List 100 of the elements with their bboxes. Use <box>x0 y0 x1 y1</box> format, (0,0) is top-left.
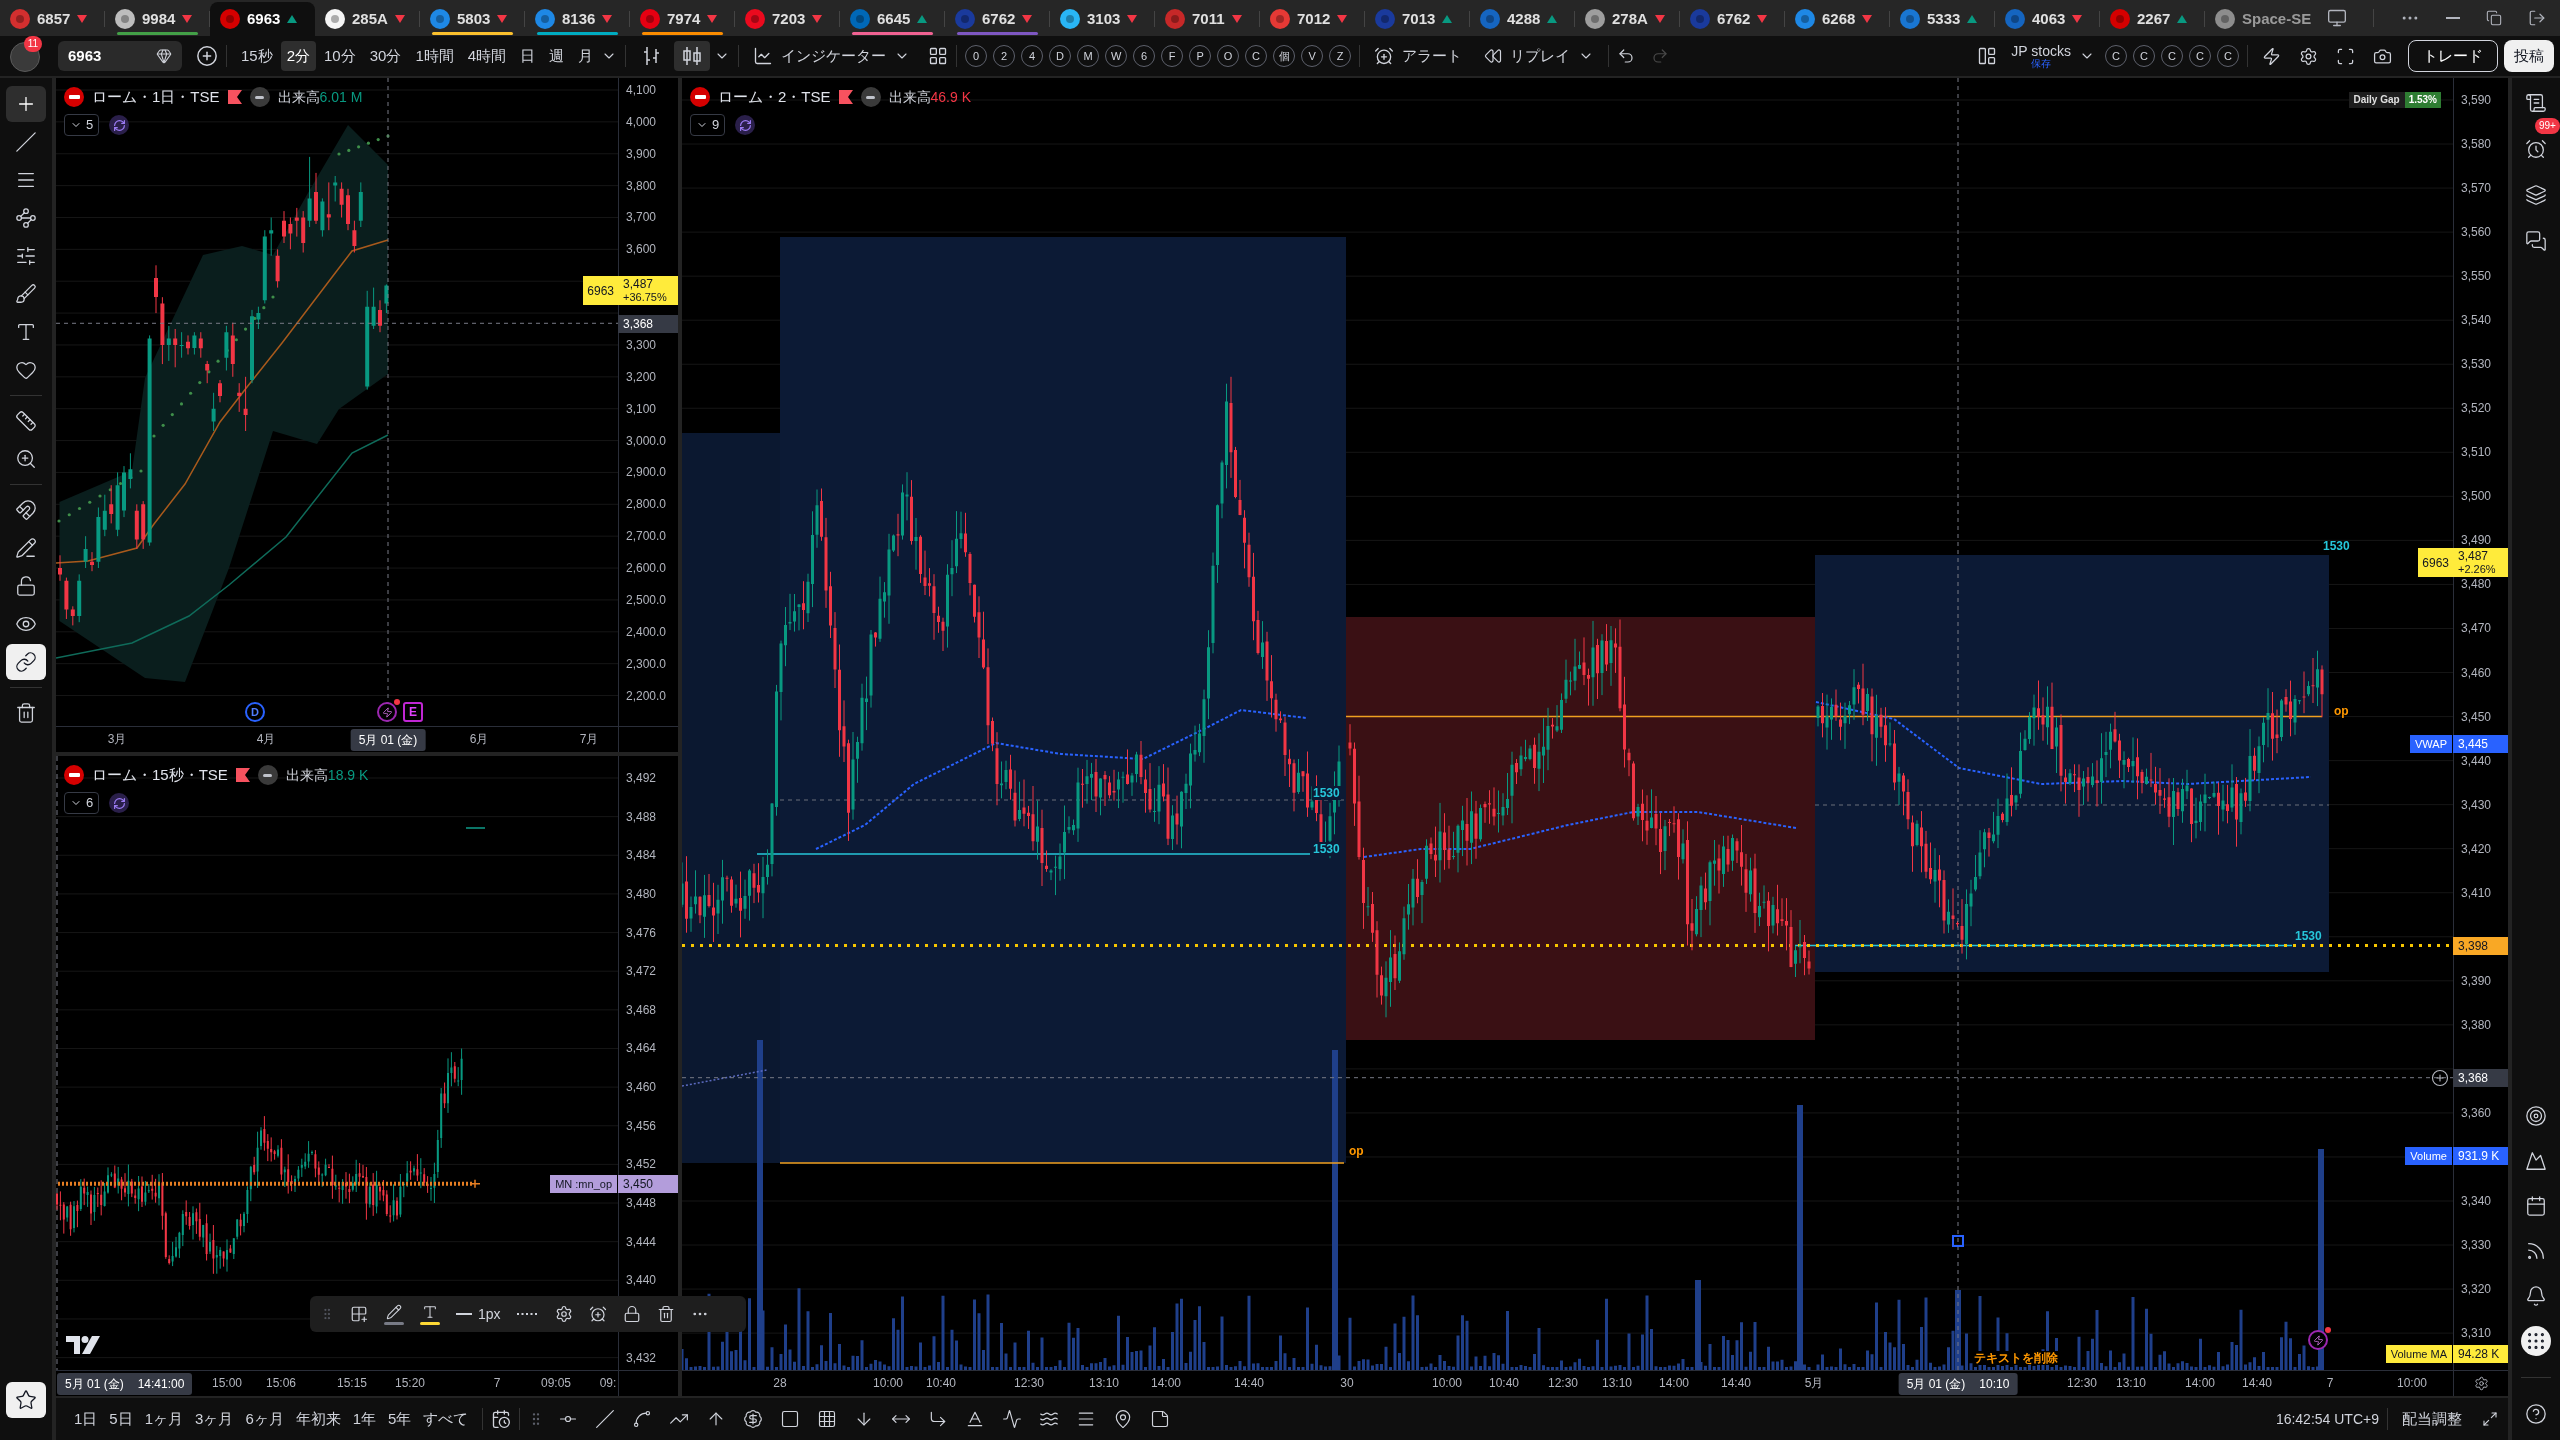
time-tick: 7 <box>493 1376 501 1390</box>
lightning-icon[interactable] <box>2262 46 2281 66</box>
indicator-toggle[interactable]: 6 <box>64 792 100 814</box>
interval-button[interactable]: 月 <box>572 41 600 71</box>
interval-button[interactable]: 1時間 <box>409 41 460 71</box>
calendar-clock-icon[interactable] <box>491 1409 512 1429</box>
symbol-tab[interactable]: 6645 <box>840 2 945 36</box>
price-tick: 2,400.0 <box>626 624 667 639</box>
range-button[interactable]: 5日 <box>103 1404 139 1434</box>
symbol-tab[interactable]: 2267 <box>2100 2 2205 36</box>
range-button[interactable]: 1ヶ月 <box>138 1404 190 1434</box>
price-tick: 3,452 <box>626 1157 657 1172</box>
symbol-tab[interactable]: 285A <box>315 2 420 36</box>
symbol-tab[interactable]: 7011 <box>1155 2 1260 36</box>
curve-icon[interactable] <box>632 1409 653 1429</box>
plus-circle-icon[interactable] <box>196 45 218 67</box>
symbol-tab[interactable]: 7012 <box>1260 2 1365 36</box>
grid-plus-icon[interactable] <box>350 1305 368 1323</box>
ruler-icon <box>15 410 37 432</box>
note-icon[interactable] <box>1150 1409 1171 1429</box>
interval-button[interactable]: 15秒 <box>235 41 279 71</box>
symbol-tab[interactable]: 7203 <box>735 2 840 36</box>
symbol-tab[interactable]: 6963 <box>210 2 315 36</box>
range-button[interactable]: すべて <box>417 1404 475 1434</box>
diagonal-line-icon[interactable] <box>595 1409 616 1429</box>
interval-button[interactable]: 2分 <box>280 41 317 71</box>
symbol-tab[interactable]: 4063 <box>1995 2 2100 36</box>
chart-type-button[interactable] <box>674 41 711 71</box>
symbol-tab[interactable]: 7974 <box>630 2 735 36</box>
symbol-tab[interactable]: 5803 <box>420 2 525 36</box>
line-icon <box>456 1313 472 1315</box>
interval-button[interactable]: 10分 <box>318 41 362 71</box>
range-button[interactable]: 年初来 <box>289 1404 347 1434</box>
side-panel-button[interactable] <box>2521 1326 2551 1356</box>
symbol-tab[interactable]: 6857 <box>0 2 105 36</box>
range-button[interactable]: 3ヶ月 <box>189 1404 240 1434</box>
range-button[interactable]: 5年 <box>382 1404 418 1434</box>
lock-icon[interactable] <box>622 1305 641 1323</box>
alarm-clock-plus-icon[interactable] <box>588 1305 607 1323</box>
monitor-icon[interactable] <box>2327 8 2347 28</box>
flag-icon[interactable] <box>235 768 250 782</box>
exit-icon[interactable] <box>2528 9 2546 27</box>
symbol-tab[interactable]: Space-SE <box>2205 2 2322 36</box>
replay-button[interactable]: リプレイ <box>1478 41 1601 71</box>
fullscreen-icon[interactable] <box>2336 46 2355 66</box>
layout-icon[interactable] <box>1977 46 1998 66</box>
text-icon[interactable] <box>422 1303 438 1320</box>
layout-name[interactable]: JP stocks <box>2011 43 2071 58</box>
expand-icon[interactable] <box>2482 1411 2498 1427</box>
drawing-tool-button[interactable] <box>6 86 46 122</box>
square-icon[interactable] <box>780 1409 801 1429</box>
refresh-icon[interactable] <box>109 793 130 813</box>
chart-title[interactable]: ローム・15秒・TSE <box>92 763 228 787</box>
favorites-button[interactable] <box>6 1382 46 1418</box>
range-button[interactable]: 1年 <box>346 1404 383 1434</box>
text-color-swatch[interactable] <box>420 1321 440 1325</box>
symbol-tab[interactable]: 7013 <box>1365 2 1470 36</box>
symbol-tab[interactable]: 5333 <box>1890 2 1995 36</box>
symbol-tab[interactable]: 6762 <box>1680 2 1785 36</box>
undo-icon[interactable] <box>1617 47 1636 65</box>
symbol-tab[interactable]: 6268 <box>1785 2 1890 36</box>
symbol-tab[interactable]: 9984 <box>105 2 210 36</box>
interval-button[interactable]: 日 <box>514 41 542 71</box>
dollar-badge-icon[interactable] <box>743 1409 764 1429</box>
symbol-tab[interactable]: 6762 <box>945 2 1050 36</box>
trash-icon[interactable] <box>656 1305 675 1323</box>
adjustment-button[interactable]: 配当調整 <box>2396 1404 2468 1434</box>
range-button[interactable]: 1日 <box>68 1404 104 1434</box>
grid-icon[interactable] <box>928 46 949 66</box>
zigzag-icon[interactable] <box>1002 1409 1023 1429</box>
zoom-in-icon <box>15 448 37 470</box>
trade-button[interactable]: トレード <box>2408 40 2498 72</box>
pencil-icon[interactable] <box>386 1303 402 1320</box>
publish-button[interactable]: 投稿 <box>2504 40 2554 72</box>
settings-icon[interactable] <box>2299 46 2318 66</box>
down-triangle-icon <box>497 15 508 23</box>
settings-icon[interactable] <box>554 1305 573 1323</box>
line-width-button[interactable]: 1px <box>456 1303 501 1325</box>
line-color-swatch[interactable] <box>384 1321 404 1325</box>
symbol-tab[interactable]: 8136 <box>525 2 630 36</box>
alert-button[interactable]: アラート <box>1368 41 1469 71</box>
interval-button[interactable]: 週 <box>543 41 571 71</box>
dotted-line-icon[interactable] <box>516 1313 539 1315</box>
up-triangle-icon <box>2177 15 2188 23</box>
down-triangle-icon <box>182 15 193 23</box>
line-name-label: MN :mn_op <box>550 1175 617 1193</box>
symbol-tab[interactable]: 278A <box>1575 2 1680 36</box>
toggle-button[interactable] <box>6 644 46 680</box>
settings-icon[interactable] <box>2473 1376 2489 1391</box>
symbol-tab[interactable]: 4288 <box>1470 2 1575 36</box>
indicators-button[interactable]: インジケーター <box>747 41 917 71</box>
interval-button[interactable]: 30分 <box>363 41 408 71</box>
interval-button[interactable]: 4時間 <box>461 41 513 71</box>
range-button[interactable]: 6ヶ月 <box>239 1404 290 1434</box>
down-triangle-icon <box>1022 15 1033 23</box>
trash-icon[interactable] <box>15 702 37 724</box>
grid-icon[interactable] <box>817 1409 838 1429</box>
symbol-tab[interactable]: 3103 <box>1050 2 1155 36</box>
restore-icon[interactable] <box>2486 10 2502 26</box>
symbol-search-field[interactable]: 6963 <box>58 41 182 71</box>
